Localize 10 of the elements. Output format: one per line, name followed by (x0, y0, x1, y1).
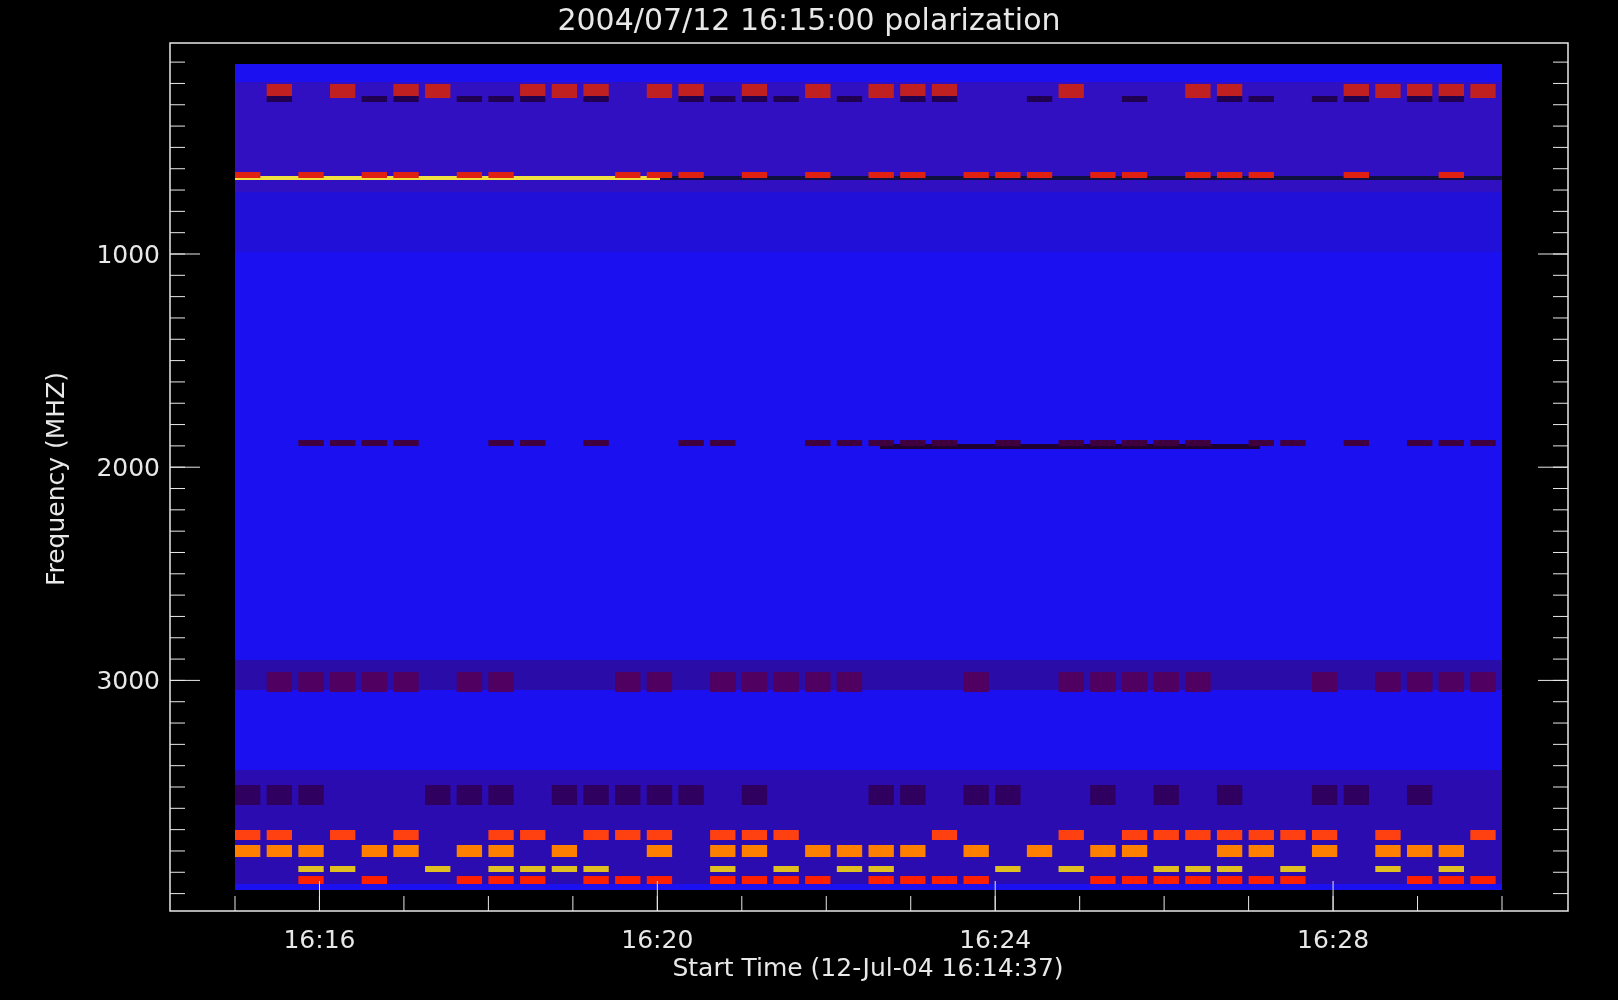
chart-title: 2004/07/12 16:15:00 polarization (557, 2, 1061, 37)
y-tick-label: 3000 (96, 666, 160, 696)
x-tick-label: 16:24 (959, 925, 1032, 954)
y-tick-label: 2000 (96, 453, 160, 483)
x-tick-label: 16:28 (1297, 925, 1370, 954)
x-tick-label: 16:20 (621, 925, 694, 954)
y-axis-label: Frequency (MHZ) (41, 371, 70, 587)
x-tick-label: 16:16 (283, 925, 356, 954)
x-axis-label: Start Time (12-Jul-04 16:14:37) (672, 953, 1064, 982)
y-tick-label: 1000 (96, 240, 160, 269)
